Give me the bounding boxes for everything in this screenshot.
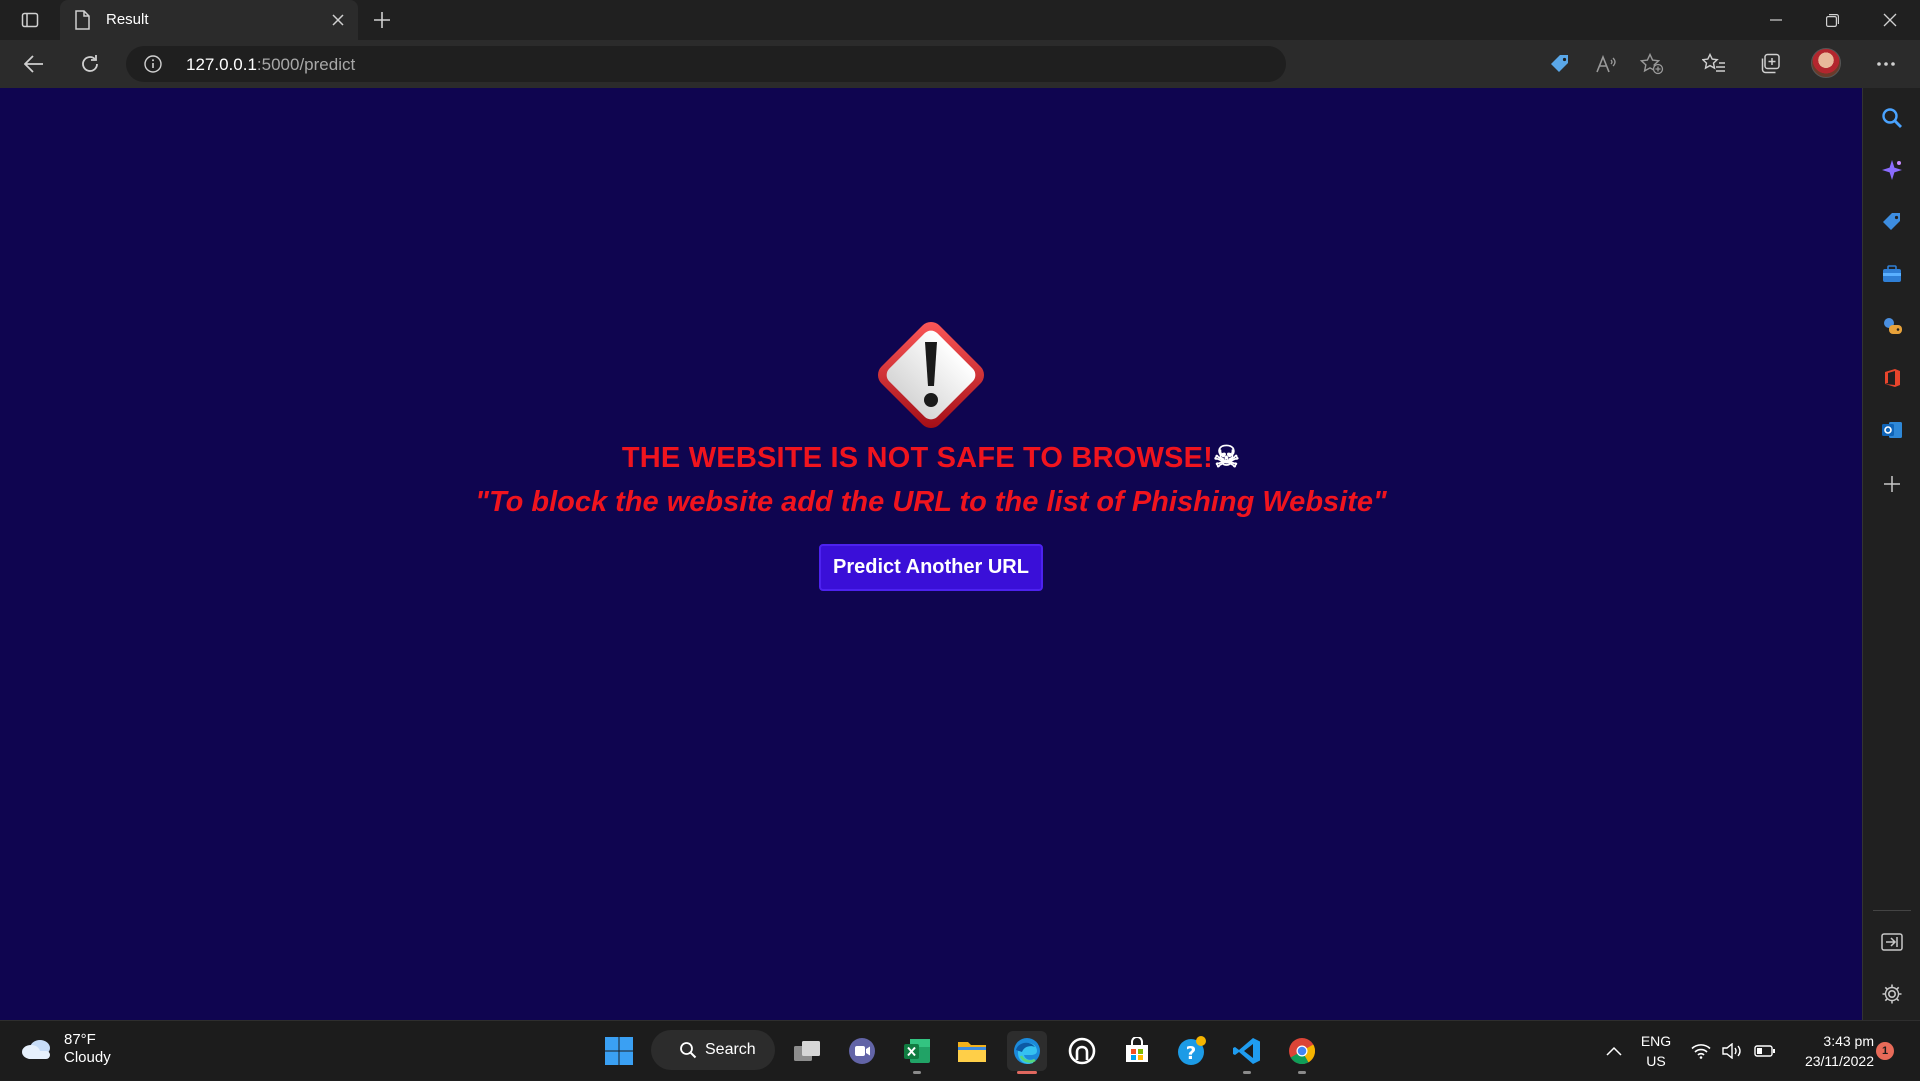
restore-icon[interactable] [1804,0,1860,40]
vscode-running-indicator [1243,1071,1251,1074]
shopping-tag-icon[interactable] [1876,206,1908,238]
url-text[interactable]: 127.0.0.1:5000/predict [186,55,355,75]
search-icon [679,1041,697,1059]
notification-badge[interactable]: 1 [1876,1042,1894,1060]
url-host: 127.0.0.1 [186,55,257,74]
excel-icon[interactable] [897,1031,937,1071]
edge-icon[interactable] [1007,1031,1047,1071]
site-info-icon[interactable] [144,55,162,73]
file-explorer-icon[interactable] [952,1031,992,1071]
teams-chat-icon[interactable] [842,1031,882,1071]
task-view-icon[interactable] [787,1031,827,1071]
region-code: US [1646,1053,1666,1069]
refresh-icon[interactable] [74,48,106,80]
unsafe-heading: THE WEBSITE IS NOT SAFE TO BROWSE!☠ [0,440,1862,475]
office-icon[interactable] [1876,362,1908,394]
close-window-icon[interactable] [1862,0,1918,40]
read-aloud-icon[interactable] [1590,48,1622,80]
block-instruction: "To block the website add the URL to the… [475,486,1387,518]
chrome-running-indicator [1298,1071,1306,1074]
games-icon[interactable] [1876,310,1908,342]
result-page: THE WEBSITE IS NOT SAFE TO BROWSE!☠ "To … [0,88,1862,1020]
coupon-tag-icon[interactable] [1544,48,1576,80]
edge-active-indicator [1017,1071,1037,1074]
cloud-icon [20,1037,54,1061]
predict-another-url-button[interactable]: Predict Another URL [819,544,1043,591]
new-tab-icon[interactable] [368,6,396,34]
settings-icon[interactable] [1876,978,1908,1010]
microsoft-store-icon[interactable] [1117,1031,1157,1071]
clock-time: 3:43 pm [1823,1033,1874,1049]
page-viewport: THE WEBSITE IS NOT SAFE TO BROWSE!☠ "To … [0,88,1862,1020]
taskbar-search[interactable]: Search [651,1030,775,1070]
sidebar-divider [1873,910,1911,911]
address-bar[interactable]: 127.0.0.1:5000/predict [126,46,1286,82]
excel-running-indicator [913,1071,921,1074]
language-indicator[interactable]: ENG US [1638,1031,1674,1071]
tab-title: Result [106,11,149,28]
add-favorite-icon[interactable] [1636,48,1668,80]
tools-briefcase-icon[interactable] [1876,258,1908,290]
more-options-icon[interactable] [1870,48,1902,80]
page-icon [74,10,90,30]
weather-temperature: 87°F [64,1031,96,1048]
show-hidden-icons-chevron[interactable] [1600,1021,1628,1081]
address-toolbar: 127.0.0.1:5000/predict [0,40,1920,88]
back-icon[interactable] [18,48,50,80]
url-path: :5000/predict [256,55,356,74]
browser-title-bar: Result [0,0,1920,40]
clock-date: 23/11/2022 [1804,1053,1874,1069]
vscode-icon[interactable] [1227,1031,1267,1071]
unsafe-heading-text: THE WEBSITE IS NOT SAFE TO BROWSE! [621,442,1213,474]
minimize-icon[interactable] [1748,0,1804,40]
weather-condition: Cloudy [64,1049,111,1066]
split-screen-icon[interactable] [1876,926,1908,958]
system-clock[interactable]: 3:43 pm 23/11/2022 [1784,1031,1874,1071]
close-tab-icon[interactable] [328,10,348,30]
windows-start-icon[interactable] [599,1031,639,1071]
volume-icon[interactable] [1720,1021,1746,1081]
wifi-icon[interactable] [1688,1021,1714,1081]
copilot-icon[interactable] [1876,154,1908,186]
windows-taskbar: 87°F Cloudy Search ? ENG US 3:43 pm 23/1… [0,1020,1920,1080]
github-app-icon[interactable] [1062,1031,1102,1071]
edge-sidebar [1862,88,1920,1020]
tab-actions-icon[interactable] [14,6,46,34]
battery-icon[interactable] [1752,1021,1778,1081]
skull-icon: ☠ [1213,441,1241,474]
chrome-icon[interactable] [1282,1031,1322,1071]
svg-text:?: ? [1186,1043,1196,1064]
warning-icon [868,312,994,438]
favorites-icon[interactable] [1698,48,1730,80]
taskbar-search-label: Search [705,1041,756,1058]
search-icon[interactable] [1876,102,1908,134]
get-help-icon[interactable]: ? [1172,1031,1212,1071]
language-code: ENG [1640,1033,1672,1049]
profile-avatar[interactable] [1811,48,1841,78]
outlook-icon[interactable] [1876,414,1908,446]
active-tab[interactable]: Result [60,0,358,40]
add-icon[interactable] [1876,468,1908,500]
collections-icon[interactable] [1754,48,1786,80]
weather-widget[interactable]: 87°F Cloudy [20,1031,111,1067]
